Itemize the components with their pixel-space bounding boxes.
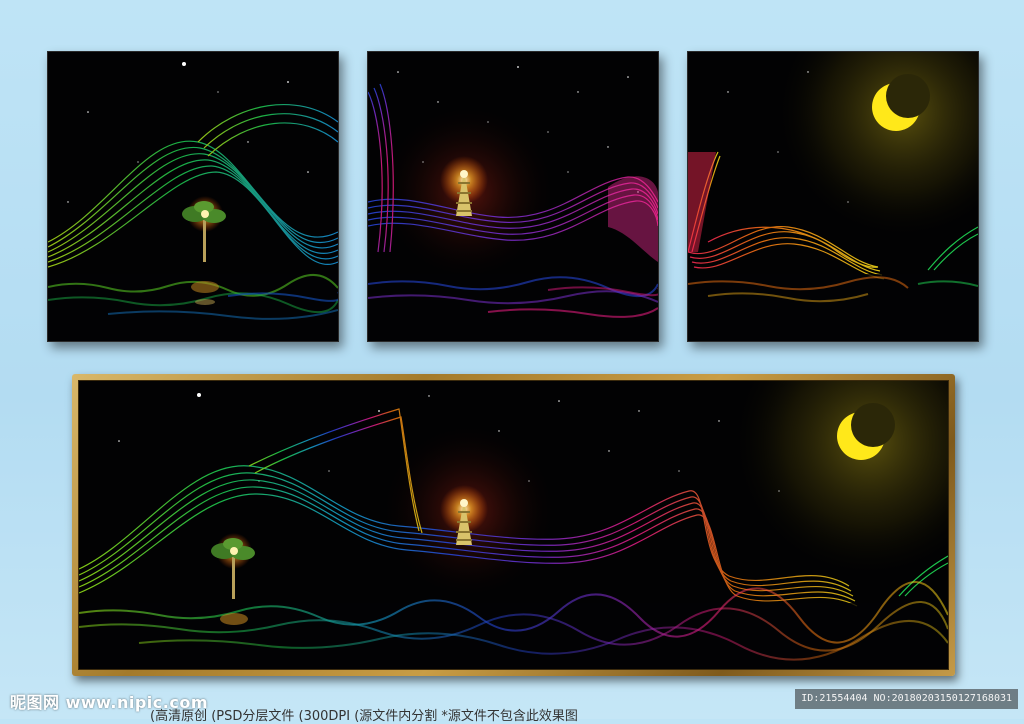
caption-text: (高清原创 (PSD分层文件 (300DPI (源文件内分割 *源文件不包含此效… — [150, 709, 578, 724]
canvas-panel-middle — [367, 51, 659, 342]
panorama-canvas — [78, 380, 949, 670]
panel-artwork — [688, 52, 978, 341]
framed-panorama — [72, 374, 955, 676]
canvas-panel-left — [47, 51, 339, 342]
panel-artwork — [368, 52, 658, 341]
panel-artwork — [48, 52, 338, 341]
canvas-panel-right — [687, 51, 979, 342]
image-id-bar: ID:21554404 NO:20180203150127168031 — [795, 689, 1018, 709]
panorama-artwork — [79, 381, 948, 669]
